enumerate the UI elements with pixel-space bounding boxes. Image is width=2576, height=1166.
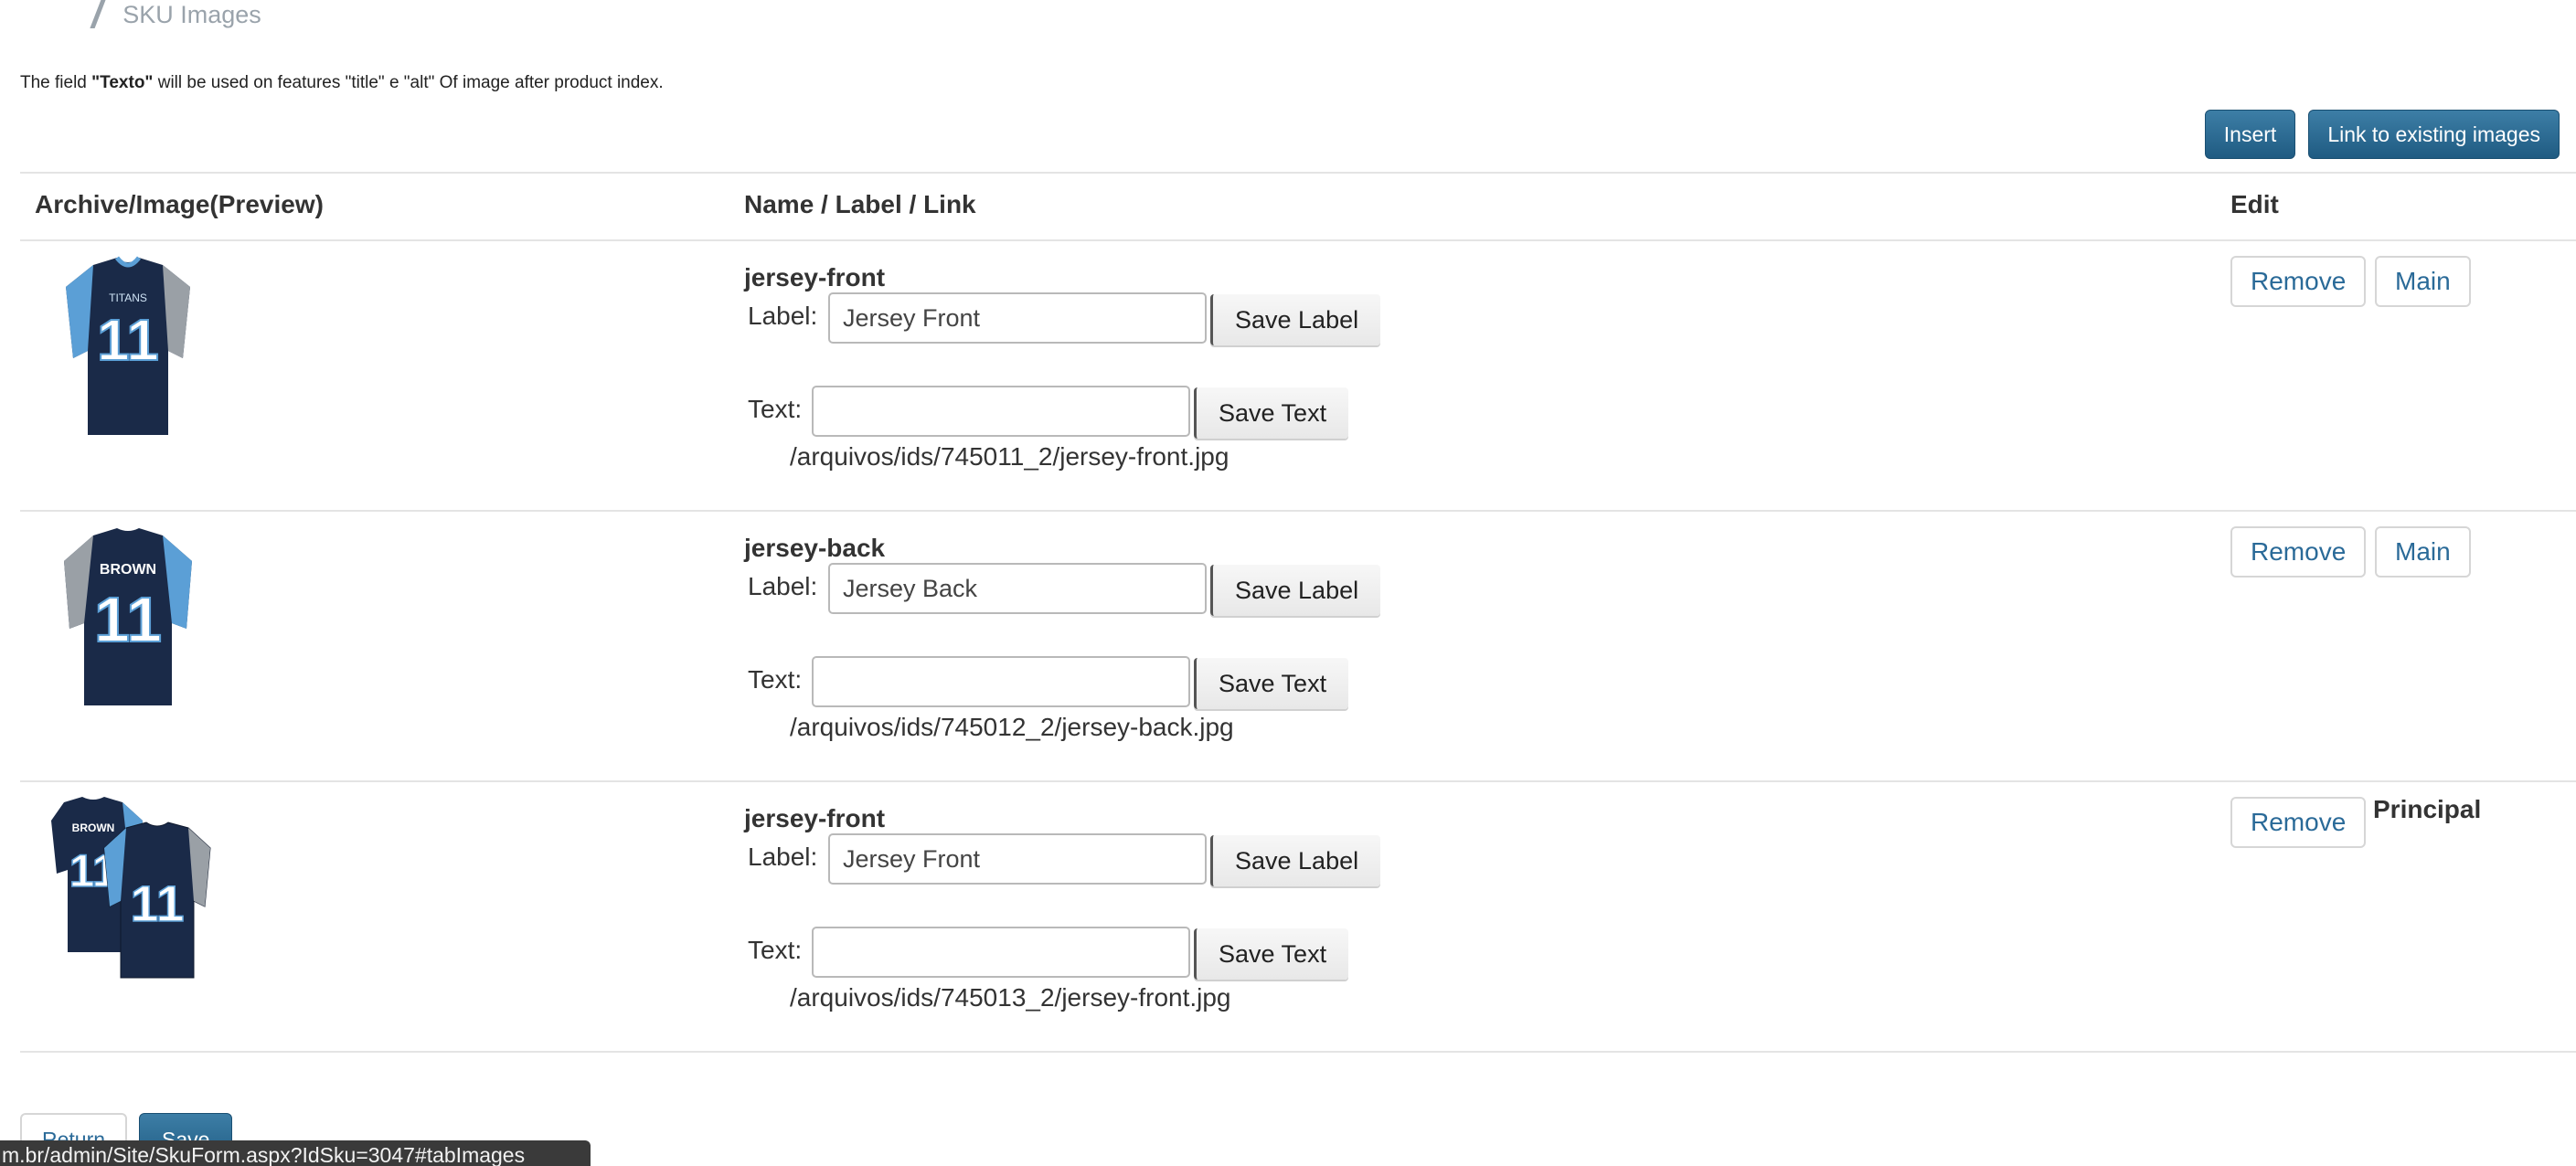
image-path: /arquivos/ids/745013_2/jersey-front.jpg bbox=[790, 983, 1231, 1012]
image-filename: jersey-front bbox=[744, 804, 886, 832]
table-row: BROWN 11 11 jersey-front Label: Save Lab… bbox=[0, 782, 2576, 1053]
svg-text:TITANS: TITANS bbox=[109, 292, 147, 304]
text-caption: Text: bbox=[748, 936, 803, 964]
jersey-pair-thumbnail-icon: BROWN 11 11 bbox=[51, 797, 211, 979]
text-caption: Text: bbox=[748, 665, 803, 694]
image-path: /arquivos/ids/745011_2/jersey-front.jpg bbox=[790, 442, 1229, 471]
jersey-front-thumbnail-icon: 11 TITANS bbox=[66, 256, 190, 435]
main-button[interactable]: Main bbox=[2375, 256, 2471, 307]
text-input[interactable] bbox=[812, 656, 1190, 707]
insert-button[interactable]: Insert bbox=[2204, 110, 2296, 159]
svg-text:11: 11 bbox=[130, 874, 184, 932]
label-input[interactable] bbox=[828, 563, 1207, 614]
text-input[interactable] bbox=[812, 927, 1190, 978]
breadcrumb-current: SKU Images bbox=[122, 0, 261, 28]
note-suffix: will be used on features "title" e "alt"… bbox=[153, 73, 664, 92]
divider bbox=[20, 172, 2576, 174]
svg-text:BROWN: BROWN bbox=[72, 822, 115, 834]
svg-text:BROWN: BROWN bbox=[100, 562, 156, 578]
save-label-button[interactable]: Save Label bbox=[1210, 565, 1381, 616]
text-input[interactable] bbox=[812, 386, 1190, 437]
label-input[interactable] bbox=[828, 833, 1207, 885]
remove-button[interactable]: Remove bbox=[2230, 797, 2367, 848]
text-caption: Text: bbox=[748, 395, 803, 423]
breadcrumb-separator: / bbox=[91, 0, 103, 37]
info-note: The field "Texto" will be used on featur… bbox=[20, 73, 664, 93]
save-label-button[interactable]: Save Label bbox=[1210, 294, 1381, 345]
toolbar: Insert Link to existing images bbox=[2204, 110, 2560, 159]
note-field: "Texto" bbox=[91, 73, 154, 92]
save-text-button[interactable]: Save Text bbox=[1194, 658, 1349, 709]
column-header-preview: Archive/Image(Preview) bbox=[35, 190, 324, 218]
svg-text:11: 11 bbox=[94, 584, 162, 655]
label-caption: Label: bbox=[748, 302, 818, 330]
label-caption: Label: bbox=[748, 843, 818, 871]
save-label-button[interactable]: Save Label bbox=[1210, 835, 1381, 886]
status-url: m.br/admin/Site/SkuForm.aspx?IdSku=3047#… bbox=[0, 1140, 591, 1166]
jersey-back-thumbnail-icon: BROWN 11 bbox=[64, 528, 192, 705]
divider bbox=[20, 1051, 2576, 1053]
breadcrumb: / SKU Images bbox=[91, 0, 261, 35]
remove-button[interactable]: Remove bbox=[2230, 526, 2367, 578]
table-row: BROWN 11 jersey-back Label: Save Label T… bbox=[0, 512, 2576, 782]
image-filename: jersey-front bbox=[744, 263, 886, 292]
image-filename: jersey-back bbox=[744, 534, 886, 562]
label-input[interactable] bbox=[828, 292, 1207, 344]
save-text-button[interactable]: Save Text bbox=[1194, 928, 1349, 980]
remove-button[interactable]: Remove bbox=[2230, 256, 2367, 307]
svg-text:11: 11 bbox=[97, 307, 159, 373]
label-caption: Label: bbox=[748, 572, 818, 600]
principal-badge: Principal bbox=[2373, 795, 2482, 823]
table-row: 11 TITANS jersey-front Label: Save Label… bbox=[0, 241, 2576, 512]
column-header-name: Name / Label / Link bbox=[744, 190, 976, 218]
image-path: /arquivos/ids/745012_2/jersey-back.jpg bbox=[790, 713, 1234, 741]
save-text-button[interactable]: Save Text bbox=[1194, 387, 1349, 439]
column-header-edit: Edit bbox=[2230, 190, 2279, 218]
main-button[interactable]: Main bbox=[2375, 526, 2471, 578]
note-prefix: The field bbox=[20, 73, 92, 92]
link-existing-images-button[interactable]: Link to existing images bbox=[2308, 110, 2560, 159]
